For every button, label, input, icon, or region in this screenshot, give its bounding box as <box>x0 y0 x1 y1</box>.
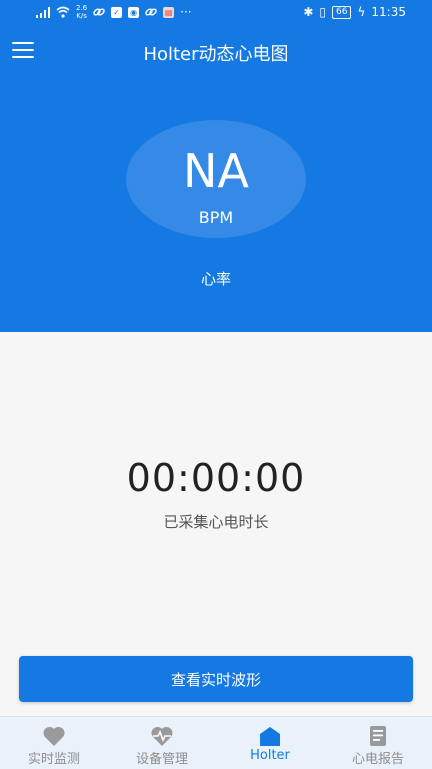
heart-icon <box>43 726 65 746</box>
vibrate-icon: ▯ <box>319 5 327 19</box>
tab-label: 心电报告 <box>351 752 404 767</box>
net-speed-unit: K/s <box>76 12 87 20</box>
tab-holter[interactable]: Holter <box>216 717 324 769</box>
tab-label: Holter <box>250 748 290 763</box>
bottom-tab-bar: 实时监测 设备管理 Holter 心电报告 <box>0 716 432 769</box>
signal-icon <box>36 7 50 18</box>
net-speed-value: 2.6 <box>76 4 88 12</box>
heart-rate-label: 心率 <box>200 270 231 288</box>
tab-label: 设备管理 <box>135 752 188 767</box>
home-icon <box>260 727 280 746</box>
message-app-icon: ◉ <box>128 6 140 18</box>
tab-label: 实时监测 <box>27 752 80 767</box>
tab-ecg-report[interactable]: 心电报告 <box>324 717 432 769</box>
heart-rate-circle: NA BPM <box>126 120 306 238</box>
view-realtime-waveform-button[interactable]: 查看实时波形 <box>19 656 413 702</box>
net-speed: 2.6 K/s <box>76 4 87 20</box>
device-icon <box>151 726 173 746</box>
wifi-icon <box>56 6 70 18</box>
pocket-app-icon: ✓ <box>111 6 123 18</box>
status-bar: 2.6 K/s ✓ ◉ ▤ ··· ✱ ▯ 66 ϟ 11:35 <box>0 0 432 26</box>
tab-device-management[interactable]: 设备管理 <box>108 717 216 769</box>
status-left: 2.6 K/s ✓ ◉ ▤ ··· <box>36 4 192 20</box>
calendar-app-icon: ▤ <box>163 6 175 18</box>
timer-label: 已采集心电时长 <box>163 513 269 531</box>
tab-realtime-monitoring[interactable]: 实时监测 <box>0 717 108 769</box>
app-header: Holter动态心电图 NA BPM 心率 <box>0 26 432 332</box>
battery-icon: 66 <box>332 5 352 19</box>
page-title: Holter动态心电图 <box>143 44 289 65</box>
bluetooth-icon: ✱ <box>303 5 314 19</box>
link-icon <box>93 8 105 16</box>
report-icon <box>370 726 386 746</box>
heart-rate-unit: BPM <box>198 208 234 227</box>
link-icon <box>145 8 157 16</box>
heart-rate-value: NA <box>183 144 249 198</box>
recording-timer: 00:00:00 <box>126 456 306 500</box>
charging-icon: ϟ <box>357 5 366 19</box>
more-notifications: ··· <box>180 5 192 19</box>
clock: 11:35 <box>371 5 406 19</box>
status-right: ✱ ▯ 66 ϟ 11:35 <box>303 5 406 19</box>
